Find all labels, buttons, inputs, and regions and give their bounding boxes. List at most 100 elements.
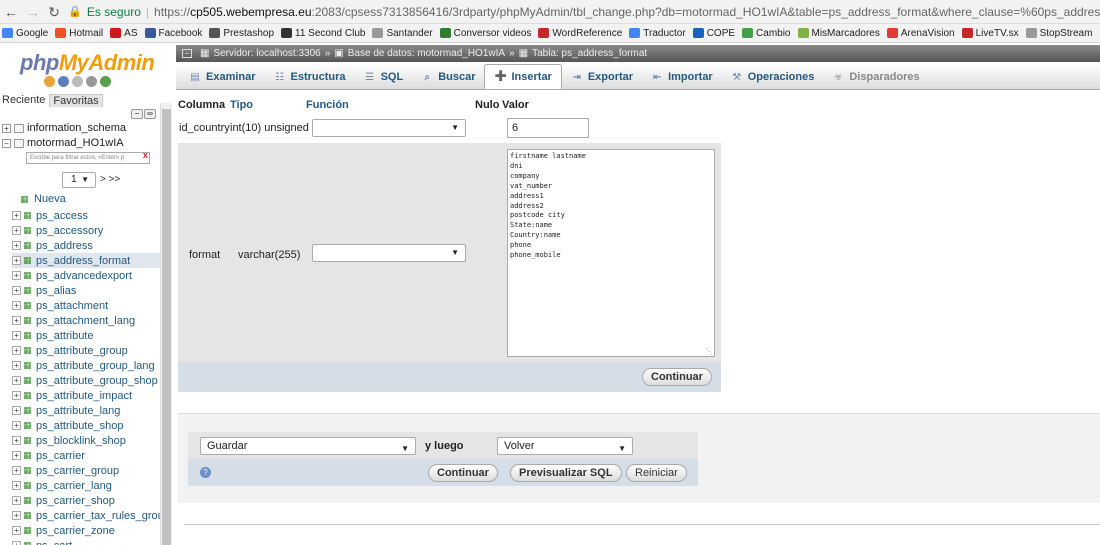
sidebar-table-item[interactable]: + ▦ ps_attribute	[12, 328, 93, 343]
expand-icon[interactable]: +	[12, 316, 21, 325]
sidebar-table-label[interactable]: ps_address_format	[36, 255, 130, 267]
expand-icon[interactable]: +	[12, 331, 21, 340]
expand-icon[interactable]: +	[12, 451, 21, 460]
table-icon[interactable]: ▦	[23, 466, 34, 475]
reload-nav-icon[interactable]	[100, 76, 111, 87]
tab-importar[interactable]: ⇤ Importar	[642, 65, 722, 89]
table-icon[interactable]: ▦	[23, 361, 34, 370]
collapse-icon[interactable]: −	[2, 138, 11, 148]
sidebar-table-item[interactable]: + ▦ ps_advancedexport	[12, 268, 132, 283]
table-icon[interactable]: ▦	[23, 301, 34, 310]
tab-exportar[interactable]: ⇥ Exportar	[562, 65, 642, 89]
expand-icon[interactable]: +	[12, 376, 21, 385]
tab-examinar[interactable]: ▤ Examinar	[180, 65, 265, 89]
link-icon[interactable]: ∞	[144, 109, 156, 119]
bookmark-item[interactable]: Traductor	[629, 28, 686, 39]
bookmark-item[interactable]: Santander	[372, 28, 433, 39]
collapse-nav-icon[interactable]: −	[182, 49, 192, 58]
table-icon[interactable]: ▦	[23, 526, 34, 535]
bookmark-item[interactable]: Prestashop	[209, 28, 274, 39]
clear-filter-icon[interactable]: X	[143, 153, 148, 160]
sidebar-table-label[interactable]: ps_attribute_lang	[36, 405, 120, 417]
sidebar-table-label[interactable]: ps_attribute_group_lang	[36, 360, 155, 372]
expand-icon[interactable]: +	[12, 541, 21, 545]
table-icon[interactable]: ▦	[23, 271, 34, 280]
sidebar-table-item[interactable]: + ▦ ps_carrier_shop	[12, 493, 115, 508]
tab-recent[interactable]: Reciente	[2, 94, 45, 107]
sidebar-table-item[interactable]: + ▦ ps_accessory	[12, 223, 103, 238]
expand-icon[interactable]: +	[12, 496, 21, 505]
new-label[interactable]: Nueva	[34, 193, 66, 205]
expand-icon[interactable]: +	[12, 346, 21, 355]
sidebar-table-item[interactable]: + ▦ ps_attachment	[12, 298, 108, 313]
expand-icon[interactable]: +	[12, 286, 21, 295]
sidebar-table-item[interactable]: + ▦ ps_carrier	[12, 448, 85, 463]
sidebar-table-label[interactable]: ps_carrier_shop	[36, 495, 115, 507]
reset-button[interactable]: Reiniciar	[626, 464, 687, 482]
sidebar-table-item[interactable]: +▦ps_cart	[12, 538, 72, 545]
table-icon[interactable]: ▦	[23, 451, 34, 460]
sidebar-table-item[interactable]: + ▦ ps_attachment_lang	[12, 313, 135, 328]
expand-icon[interactable]: +	[12, 241, 21, 250]
help-icon[interactable]: ?	[200, 467, 211, 478]
sidebar-table-label[interactable]: ps_attachment	[36, 300, 108, 312]
db-name[interactable]: motormad_HO1wIA	[27, 137, 124, 149]
back-icon[interactable]: ←	[4, 5, 18, 19]
sidebar-table-item[interactable]: + ▦ ps_attribute_group_shop	[12, 373, 158, 388]
tab-insertar[interactable]: ➕ Insertar	[484, 64, 562, 89]
function-select[interactable]: ▼	[312, 119, 466, 137]
function-select[interactable]: ▼	[312, 244, 466, 262]
tab-operaciones[interactable]: ⚒ Operaciones	[722, 65, 824, 89]
bookmark-item[interactable]: COPE	[692, 28, 735, 39]
bookmark-item[interactable]: Cambio	[742, 28, 791, 39]
table-icon[interactable]: ▦	[23, 346, 34, 355]
table-icon[interactable]: ▦	[23, 331, 34, 340]
sidebar-table-item[interactable]: + ▦ ps_attribute_shop	[12, 418, 123, 433]
expand-icon[interactable]: +	[12, 256, 21, 265]
address-bar[interactable]: 🔒 Es seguro | https://cp505.webempresa.e…	[68, 5, 1100, 19]
collapse-all-icon[interactable]: −	[131, 109, 143, 119]
table-icon[interactable]: ▦	[23, 541, 34, 545]
bookmark-item[interactable]: WordReference	[538, 28, 622, 39]
action-select[interactable]: Guardar ▼	[200, 437, 416, 455]
docs-icon[interactable]	[72, 76, 83, 87]
bookmark-item[interactable]: AS	[110, 28, 138, 39]
table-filter-input[interactable]: Escribe para filtrar estos, «Enter» p	[26, 152, 150, 164]
expand-icon[interactable]: +	[12, 511, 21, 520]
sidebar-table-item[interactable]: + ▦ ps_address_format	[12, 253, 162, 268]
continue-submit-button[interactable]: Continuar	[428, 464, 498, 482]
expand-icon[interactable]: +	[12, 526, 21, 535]
breadcrumb-table[interactable]: Tabla: ps_address_format	[532, 45, 647, 62]
sidebar-table-label[interactable]: ps_alias	[36, 285, 76, 297]
sidebar-table-item[interactable]: + ▦ ps_attribute_impact	[12, 388, 132, 403]
table-icon[interactable]: ▦	[23, 286, 34, 295]
sidebar-table-label[interactable]: ps_attachment_lang	[36, 315, 135, 327]
page-next-link[interactable]: > >>	[100, 174, 120, 185]
bookmark-item[interactable]: StopStream	[1025, 28, 1092, 39]
sidebar-table-item[interactable]: + ▦ ps_carrier_group	[12, 463, 119, 478]
expand-icon[interactable]: +	[12, 271, 21, 280]
db-name[interactable]: information_schema	[27, 122, 126, 134]
table-icon[interactable]: ▦	[23, 376, 34, 385]
header-function[interactable]: Función	[306, 99, 349, 111]
expand-icon[interactable]: +	[12, 421, 21, 430]
table-icon[interactable]: ▦	[23, 391, 34, 400]
expand-icon[interactable]: +	[12, 436, 21, 445]
table-icon[interactable]: ▦	[23, 496, 34, 505]
table-icon[interactable]: ▦	[23, 511, 34, 520]
sidebar-table-label[interactable]: ps_carrier_zone	[36, 525, 115, 537]
bookmark-item[interactable]: Conversor videos	[439, 28, 531, 39]
bookmark-item[interactable]: Facebook	[144, 28, 202, 39]
table-icon[interactable]: ▦	[23, 256, 34, 265]
expand-icon[interactable]: +	[12, 481, 21, 490]
db-information-schema[interactable]: + information_schema	[2, 122, 126, 134]
table-icon[interactable]: ▦	[23, 226, 34, 235]
sidebar-table-label[interactable]: ps_advancedexport	[36, 270, 132, 282]
expand-icon[interactable]: +	[12, 226, 21, 235]
sidebar-table-label[interactable]: ps_cart	[36, 540, 72, 545]
sidebar-table-item[interactable]: + ▦ ps_address	[12, 238, 93, 253]
expand-icon[interactable]: +	[2, 123, 11, 133]
value-textarea[interactable]: firstname lastname dni company vat_numbe…	[507, 149, 715, 357]
value-input[interactable]: 6	[507, 118, 589, 138]
breadcrumb-server[interactable]: Servidor: localhost:3306	[213, 45, 320, 62]
